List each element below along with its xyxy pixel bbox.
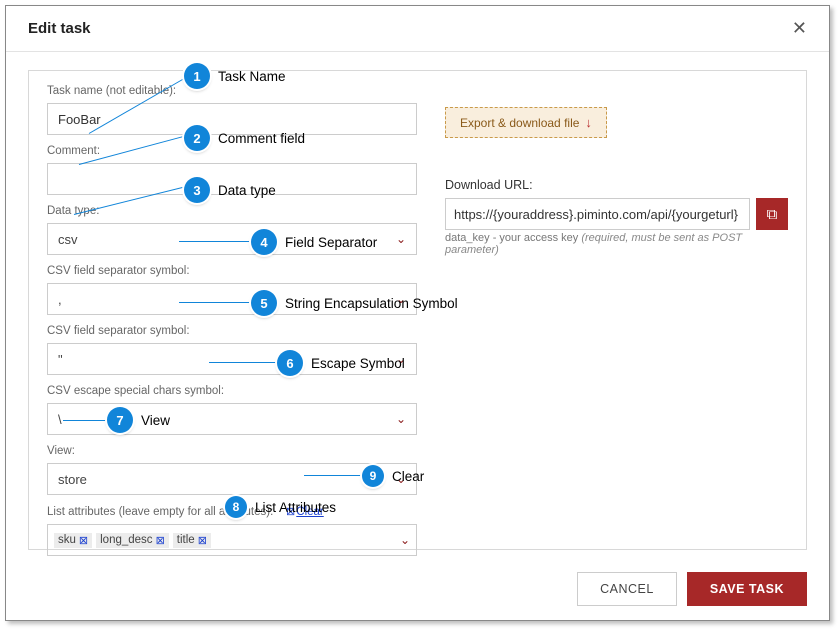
- datatype-value: csv: [58, 232, 78, 247]
- tag-list: sku ⊠long_desc ⊠title ⊠: [54, 533, 213, 548]
- field-list-attributes: List attributes (leave empty for all att…: [47, 505, 417, 556]
- copy-icon: ⧉: [767, 206, 778, 223]
- download-url-input[interactable]: [445, 198, 750, 230]
- field-view: View: store ⌄: [47, 445, 417, 495]
- dialog-footer: CANCEL SAVE TASK: [577, 572, 807, 606]
- tag-label: sku: [58, 534, 76, 546]
- dialog-frame: Edit task ✕ Task name (not editable): Co…: [5, 5, 830, 621]
- escape-value: \: [58, 412, 62, 427]
- field-escape: CSV escape special chars symbol: \ ⌄: [47, 385, 417, 435]
- clear-x-icon: ⊠: [286, 506, 295, 518]
- close-icon[interactable]: ✕: [788, 16, 811, 41]
- field-datatype: Data type: csv ⌄: [47, 205, 417, 255]
- fieldsep-value: ,: [58, 292, 62, 307]
- export-download-button[interactable]: Export & download file ↓: [445, 107, 607, 138]
- hint-prefix: data_key - your access key: [445, 232, 581, 244]
- comment-input[interactable]: [47, 163, 417, 195]
- listattr-label: List attributes (leave empty for all att…: [47, 505, 417, 518]
- columns: Task name (not editable): Comment: Data …: [47, 85, 788, 566]
- callout-text: Task Name: [218, 69, 286, 84]
- datatype-label: Data type:: [47, 205, 417, 217]
- encap-select[interactable]: " ⌄: [47, 343, 417, 375]
- view-value: store: [58, 472, 87, 487]
- chevron-down-icon: ⌄: [396, 472, 406, 486]
- attribute-tag: title ⊠: [173, 533, 211, 548]
- tag-remove-icon[interactable]: ⊠: [198, 534, 207, 547]
- view-label: View:: [47, 445, 417, 457]
- url-row: ⧉: [445, 198, 788, 230]
- fieldsep-label: CSV field separator symbol:: [47, 265, 417, 277]
- listattr-select[interactable]: sku ⊠long_desc ⊠title ⊠ ⌄: [47, 524, 417, 556]
- chevron-down-icon: ⌄: [396, 292, 406, 306]
- taskname-input: [47, 103, 417, 135]
- tag-remove-icon[interactable]: ⊠: [156, 534, 165, 547]
- clear-link[interactable]: ⊠Clear: [286, 506, 324, 518]
- tag-label: title: [177, 534, 195, 546]
- view-select[interactable]: store ⌄: [47, 463, 417, 495]
- datatype-select[interactable]: csv ⌄: [47, 223, 417, 255]
- chevron-down-icon: ⌄: [396, 232, 406, 246]
- encap-value: ": [58, 352, 63, 367]
- form-panel: Task name (not editable): Comment: Data …: [28, 70, 807, 550]
- tag-label: long_desc: [100, 534, 152, 546]
- url-label: Download URL:: [445, 178, 788, 192]
- column-left: Task name (not editable): Comment: Data …: [47, 85, 417, 566]
- clear-text: Clear: [296, 506, 323, 518]
- escape-select[interactable]: \ ⌄: [47, 403, 417, 435]
- field-taskname: Task name (not editable):: [47, 85, 417, 135]
- fieldsep-select[interactable]: , ⌄: [47, 283, 417, 315]
- url-hint: data_key - your access key (required, mu…: [445, 232, 788, 256]
- download-arrow-icon: ↓: [585, 115, 592, 130]
- escape-label: CSV escape special chars symbol:: [47, 385, 417, 397]
- save-task-button[interactable]: SAVE TASK: [687, 572, 807, 606]
- tag-remove-icon[interactable]: ⊠: [79, 534, 88, 547]
- comment-label: Comment:: [47, 145, 417, 157]
- copy-url-button[interactable]: ⧉: [756, 198, 788, 230]
- cancel-button[interactable]: CANCEL: [577, 572, 677, 606]
- column-right: Export & download file ↓ Download URL: ⧉…: [445, 85, 788, 566]
- chevron-down-icon: ⌄: [396, 352, 406, 366]
- chevron-down-icon: ⌄: [400, 533, 410, 547]
- chevron-down-icon: ⌄: [396, 412, 406, 426]
- dialog-body: Task name (not editable): Comment: Data …: [6, 52, 829, 560]
- dialog-title: Edit task: [28, 20, 91, 37]
- dialog-header: Edit task ✕: [6, 6, 829, 52]
- export-label: Export & download file: [460, 116, 579, 130]
- attribute-tag: sku ⊠: [54, 533, 92, 548]
- field-comment: Comment:: [47, 145, 417, 195]
- field-separator: CSV field separator symbol: , ⌄: [47, 265, 417, 315]
- attribute-tag: long_desc ⊠: [96, 533, 169, 548]
- encap-label: CSV field separator symbol:: [47, 325, 417, 337]
- taskname-label: Task name (not editable):: [47, 85, 417, 97]
- field-encapsulation: CSV field separator symbol: " ⌄: [47, 325, 417, 375]
- listattr-label-text: List attributes (leave empty for all att…: [47, 506, 273, 518]
